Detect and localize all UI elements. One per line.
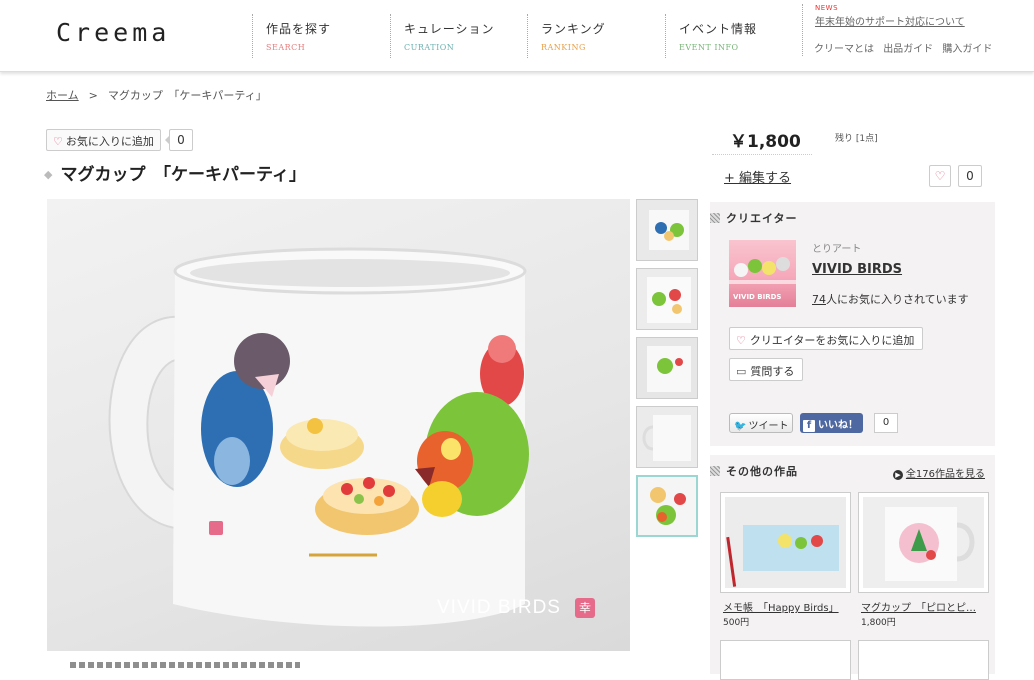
main-product-image[interactable]: VIVID BIRDS 幸 [47,199,630,651]
brand-stamp: 幸 [575,598,595,618]
thumbnail-3[interactable] [636,337,698,399]
buyer-guide-link[interactable]: 購入ガイド [942,44,992,55]
stock-remaining: 残り [1点] [835,134,878,144]
other-work-card-2[interactable] [858,492,989,593]
twitter-bird-icon: 🐦 [734,421,747,432]
other-works-heading: その他の作品 [710,463,798,479]
facebook-icon: f [803,420,815,432]
creator-heading: クリエイター [710,210,798,226]
creema-logo[interactable]: Creema [56,18,170,47]
thumbnail-1[interactable] [636,199,698,261]
product-title: ◆ マグカップ 「ケーキパーティ」 [44,160,306,185]
thumbnail-1-image [637,200,697,260]
edit-link[interactable]: + 編集する [724,167,791,186]
thumbnail-5-image [638,477,696,535]
favorite-count: 0 [165,129,193,151]
nav-event-label: イベント情報 [679,22,758,36]
tweet-button[interactable]: 🐦 ツイート [729,413,794,433]
ask-question-label: 質問する [750,365,795,378]
favorite-creator-button[interactable]: ♡ クリエイターをお気に入りに追加 [729,327,924,350]
breadcrumb-separator: > [88,89,98,102]
other-work-name-1[interactable]: メモ帳 「Happy Birds」 [723,599,851,614]
other-works-heading-text: その他の作品 [726,465,798,478]
see-all-works-link[interactable]: ▶ 全176作品を見る [892,465,985,480]
creator-subtitle: とりアート [812,244,862,255]
other-work-card-4[interactable] [858,640,989,680]
add-favorite-label: お気に入りに追加 [65,135,154,148]
breadcrumb: ホーム > マグカップ 「ケーキパーティ」 [46,87,267,103]
nav-search-sub: SEARCH [266,43,306,52]
other-work-card-1[interactable] [720,492,851,593]
see-all-label: 全176作品を見る [905,469,985,480]
breadcrumb-current: マグカップ 「ケーキパーティ」 [107,89,267,102]
section-marker-icon [710,466,720,476]
thumbnail-2-image [637,269,697,329]
thumbnail-4-image [637,407,697,467]
thumbnail-3-image [637,338,697,398]
nav-ranking-sub: RANKING [541,43,586,52]
nav-curation-sub: CURATION [404,43,455,52]
memo-pad-image [725,497,846,588]
facebook-like-button[interactable]: f いいね！ [800,413,863,433]
nav-search[interactable]: 作品を探す SEARCH [252,14,331,58]
add-favorite-button[interactable]: ♡ お気に入りに追加 [46,129,161,151]
nav-ranking[interactable]: ランキング RANKING [527,14,606,58]
diamond-icon: ◆ [44,168,53,181]
tweet-label: ツイート [748,421,789,432]
thumbnail-5[interactable] [636,475,698,537]
price: ￥1,800 [730,132,801,152]
watermark-text: VIVID BIRDS [437,597,561,618]
thumbnail-4[interactable] [636,406,698,468]
thumbnail-2[interactable] [636,268,698,330]
ask-question-button[interactable]: ▭ 質問する [729,358,804,381]
creator-panel: クリエイター VIVID BIRDS とりアート VIVID BIRDS 74人… [710,202,995,446]
product-title-text: マグカップ 「ケーキパーティ」 [60,165,306,185]
nav-event-sub: EVENT INFO [679,43,739,52]
heart-icon: ♡ [53,135,63,148]
mug-illustration [108,247,529,627]
nav-curation-label: キュレーション [404,22,495,36]
creator-name-link[interactable]: VIVID BIRDS [812,262,902,277]
site-header: Creema 作品を探す SEARCH キュレーション CURATION ランキ… [0,0,1034,72]
facebook-like-count: 0 [874,413,898,433]
nav-curation[interactable]: キュレーション CURATION [390,14,495,58]
nav-ranking-label: ランキング [541,22,606,36]
facebook-like-label: いいね！ [818,420,858,431]
price-divider [712,154,812,155]
other-work-price-2: 1,800円 [861,618,896,628]
favorite-creator-label: クリエイターをお気に入りに追加 [749,334,915,347]
about-link[interactable]: クリーマとは [814,44,874,55]
creator-fav-suffix: 人にお気に入りされています [826,293,969,306]
creator-fav-count: 74人にお気に入りされています [812,291,969,307]
speech-bubble-icon: ▭ [736,365,747,378]
other-work-card-3[interactable] [720,640,851,680]
right-favorite-count: 0 [958,165,982,187]
breadcrumb-home[interactable]: ホーム [46,89,79,102]
mug-snowglobe-image [863,497,984,588]
truncated-text-row [70,662,300,668]
nav-event-info[interactable]: イベント情報 EVENT INFO [665,14,757,58]
creator-avatar-text: VIVID BIRDS [733,293,782,301]
nav-search-label: 作品を探す [266,22,332,36]
section-marker-icon [710,213,720,223]
other-work-price-1: 500円 [723,618,750,628]
other-works-panel: その他の作品 ▶ 全176作品を見る メモ帳 「Happy Birds」 500円… [710,455,995,680]
heart-icon[interactable]: ♡ [929,165,951,187]
creator-fav-number[interactable]: 74 [812,293,826,306]
header-sub-links: クリーマとは 出品ガイド 購入ガイド [814,40,998,55]
other-work-name-2[interactable]: マグカップ 「ピロとピ… [861,599,989,614]
heart-icon: ♡ [736,334,746,347]
news-link[interactable]: 年末年始のサポート対応について [815,13,965,28]
seller-guide-link[interactable]: 出品ガイド [883,44,933,55]
news-label: NEWS [815,4,839,12]
creator-heading-text: クリエイター [726,212,798,225]
creator-avatar[interactable]: VIVID BIRDS [729,240,796,307]
arrow-right-icon: ▶ [892,470,903,480]
